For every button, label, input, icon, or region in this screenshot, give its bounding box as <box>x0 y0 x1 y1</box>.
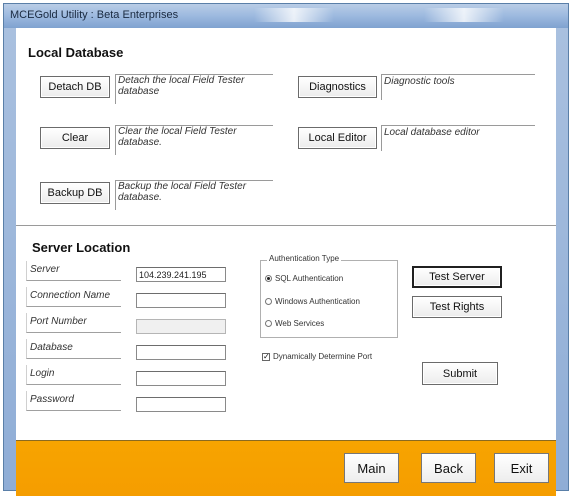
back-button[interactable]: Back <box>421 453 476 483</box>
section-divider <box>16 225 556 226</box>
diagnostics-description: Diagnostic tools <box>384 76 455 87</box>
port-number-label: Port Number <box>26 313 121 333</box>
diagnostics-button[interactable]: Diagnostics <box>298 76 377 98</box>
backup-db-button[interactable]: Backup DB <box>40 182 110 204</box>
radio-button[interactable] <box>265 298 272 305</box>
password-label: Password <box>26 391 121 411</box>
clear-description: Clear the local Field Tester database. <box>118 126 237 148</box>
radio-windows-authentication[interactable]: Windows Authentication <box>265 297 360 306</box>
checkbox-checked[interactable]: ✓ <box>262 352 270 361</box>
password-input[interactable] <box>136 397 226 412</box>
main-button[interactable]: Main <box>344 453 399 483</box>
backup-db-description: Backup the local Field Tester database. <box>118 181 247 203</box>
detach-db-description: Detach the local Field Tester database <box>118 75 245 97</box>
dynamic-port-label: Dynamically Determine Port <box>273 352 373 361</box>
title-bar[interactable]: MCEGold Utility : Beta Enterprises <box>4 4 568 28</box>
login-input[interactable] <box>136 371 226 386</box>
window-frame-right <box>556 28 568 490</box>
connection-name-input[interactable] <box>136 293 226 308</box>
test-rights-button[interactable]: Test Rights <box>412 296 502 318</box>
database-input[interactable] <box>136 345 226 360</box>
client-area: Local Database Detach DB Detach the loca… <box>16 28 556 496</box>
authentication-type-legend: Authentication Type <box>267 254 342 263</box>
database-label: Database <box>26 339 121 359</box>
radio-label: SQL Authentication <box>275 274 344 283</box>
login-label: Login <box>26 365 121 385</box>
radio-button[interactable] <box>265 320 272 327</box>
radio-web-services[interactable]: Web Services <box>265 319 324 328</box>
local-editor-description: Local database editor <box>384 127 480 138</box>
window-title: MCEGold Utility : Beta Enterprises <box>10 9 179 21</box>
test-server-button[interactable]: Test Server <box>412 266 502 288</box>
window-frame-left <box>4 28 16 490</box>
local-editor-button[interactable]: Local Editor <box>298 127 377 149</box>
radio-sql-authentication[interactable]: SQL Authentication <box>265 274 343 283</box>
detach-db-button[interactable]: Detach DB <box>40 76 110 98</box>
connection-name-label: Connection Name <box>26 287 121 307</box>
exit-button[interactable]: Exit <box>494 453 549 483</box>
submit-button[interactable]: Submit <box>422 362 498 385</box>
server-label: Server <box>26 261 121 281</box>
authentication-type-group: Authentication Type SQL Authentication W… <box>260 254 398 338</box>
title-glass-highlight <box>254 8 334 22</box>
app-window: MCEGold Utility : Beta Enterprises Local… <box>3 3 569 496</box>
dynamic-port-checkbox-row[interactable]: ✓ Dynamically Determine Port <box>262 352 372 361</box>
title-glass-highlight <box>424 8 504 22</box>
local-database-title: Local Database <box>28 45 124 60</box>
port-number-input[interactable] <box>136 319 226 334</box>
clear-button[interactable]: Clear <box>40 127 110 149</box>
server-location-title: Server Location <box>32 240 131 255</box>
server-input[interactable] <box>136 267 226 282</box>
radio-label: Windows Authentication <box>275 297 360 306</box>
radio-button-selected[interactable] <box>265 275 272 282</box>
radio-label: Web Services <box>275 319 325 328</box>
